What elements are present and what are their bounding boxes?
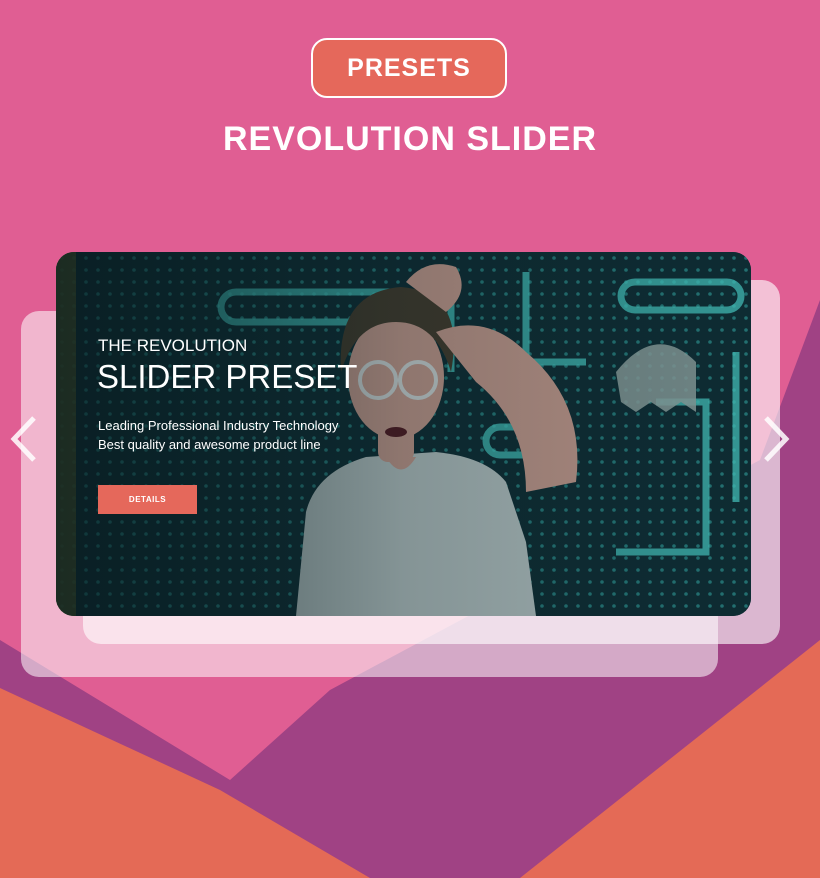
slide-description-line2: Best quality and awesome product line <box>98 437 321 452</box>
slider-slide: THE REVOLUTION SLIDER PRESET Leading Pro… <box>56 252 751 616</box>
presets-badge-label: PRESETS <box>347 53 471 82</box>
page-title: REVOLUTION SLIDER <box>222 120 598 158</box>
presets-badge: PRESETS <box>311 38 507 98</box>
details-button[interactable]: DETAILS <box>98 485 197 514</box>
slide-eyebrow: THE REVOLUTION <box>98 336 248 355</box>
chevron-right-icon[interactable] <box>760 414 794 464</box>
chevron-left-icon[interactable] <box>6 414 40 464</box>
slide-description-line1: Leading Professional Industry Technology <box>98 418 339 433</box>
slide-background-photo <box>56 252 751 616</box>
slide-title: SLIDER PRESET <box>97 358 358 395</box>
details-button-label: DETAILS <box>128 495 167 504</box>
